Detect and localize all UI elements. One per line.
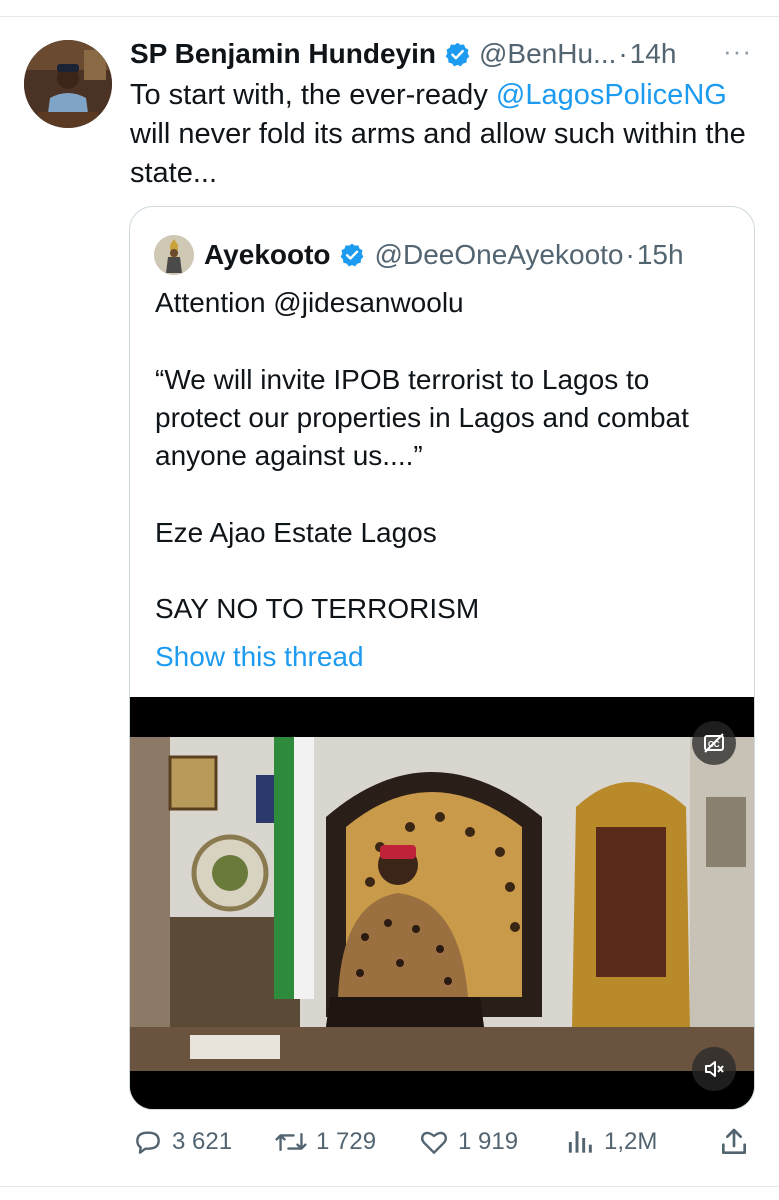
reply-icon (136, 1131, 160, 1154)
author-handle[interactable]: @BenHu... (479, 38, 616, 70)
mention-link[interactable]: @LagosPoliceNG (496, 79, 727, 111)
tweet-header: SP Benjamin Hundeyin @BenHu... · 14h ··· (130, 34, 760, 74)
views-button[interactable]: 1,2M (566, 1120, 657, 1164)
author-name[interactable]: SP Benjamin Hundeyin (130, 38, 436, 70)
video-player[interactable]: CC (130, 697, 754, 1109)
views-count: 1,2M (604, 1128, 658, 1155)
quoted-line-slogan: SAY NO TO TERRORISM (155, 593, 480, 624)
author-avatar[interactable] (24, 40, 112, 128)
quoted-tweet-time[interactable]: 15h (637, 239, 684, 271)
like-icon (420, 1131, 448, 1154)
reply-button[interactable]: 3 621 (132, 1120, 232, 1164)
top-divider (0, 16, 779, 17)
action-bar: 3 621 1 729 1 919 1,2M (0, 1120, 779, 1164)
repost-button[interactable]: 1 729 (274, 1120, 376, 1164)
tweet-text-end: will never fold its arms and allow such … (130, 118, 746, 189)
repost-count: 1 729 (316, 1128, 377, 1155)
quoted-author-handle[interactable]: @DeeOneAyekooto (375, 239, 624, 271)
video-frame (130, 697, 754, 1109)
bottom-divider (0, 1186, 779, 1187)
tweet-text: To start with, the ever-ready @LagosPoli… (130, 76, 760, 193)
show-thread-link[interactable]: Show this thread (155, 641, 364, 673)
quoted-paragraph: “We will invite IPOB terrorist to Lagos … (155, 364, 689, 471)
verified-badge-icon (445, 42, 470, 66)
reply-count: 3 621 (172, 1128, 233, 1155)
quoted-tweet-header: Ayekooto @DeeOneAyekooto · 15h (204, 233, 684, 277)
like-button[interactable]: 1 919 (418, 1120, 518, 1164)
tweet-text-start: To start with, the ever-ready (130, 79, 496, 111)
closed-captions-icon[interactable]: CC (692, 721, 736, 765)
like-count: 1 919 (458, 1128, 519, 1155)
more-icon[interactable]: ··· (723, 36, 752, 67)
separator-dot: · (618, 38, 628, 69)
views-icon (568, 1131, 592, 1153)
separator-dot: · (625, 239, 635, 270)
quoted-author-avatar[interactable] (154, 235, 194, 275)
verified-badge-icon (340, 243, 363, 267)
repost-icon (275, 1132, 307, 1152)
share-button[interactable] (718, 1120, 758, 1164)
quoted-line-location: Eze Ajao Estate Lagos (155, 517, 437, 548)
quoted-line-attention: Attention @jidesanwoolu (155, 287, 464, 318)
tweet-time[interactable]: 14h (630, 38, 677, 70)
share-icon (722, 1128, 746, 1154)
quoted-author-name[interactable]: Ayekooto (204, 239, 331, 271)
quoted-tweet[interactable]: Ayekooto @DeeOneAyekooto · 15h Attention… (129, 206, 755, 1110)
muted-speaker-icon[interactable] (692, 1047, 736, 1091)
